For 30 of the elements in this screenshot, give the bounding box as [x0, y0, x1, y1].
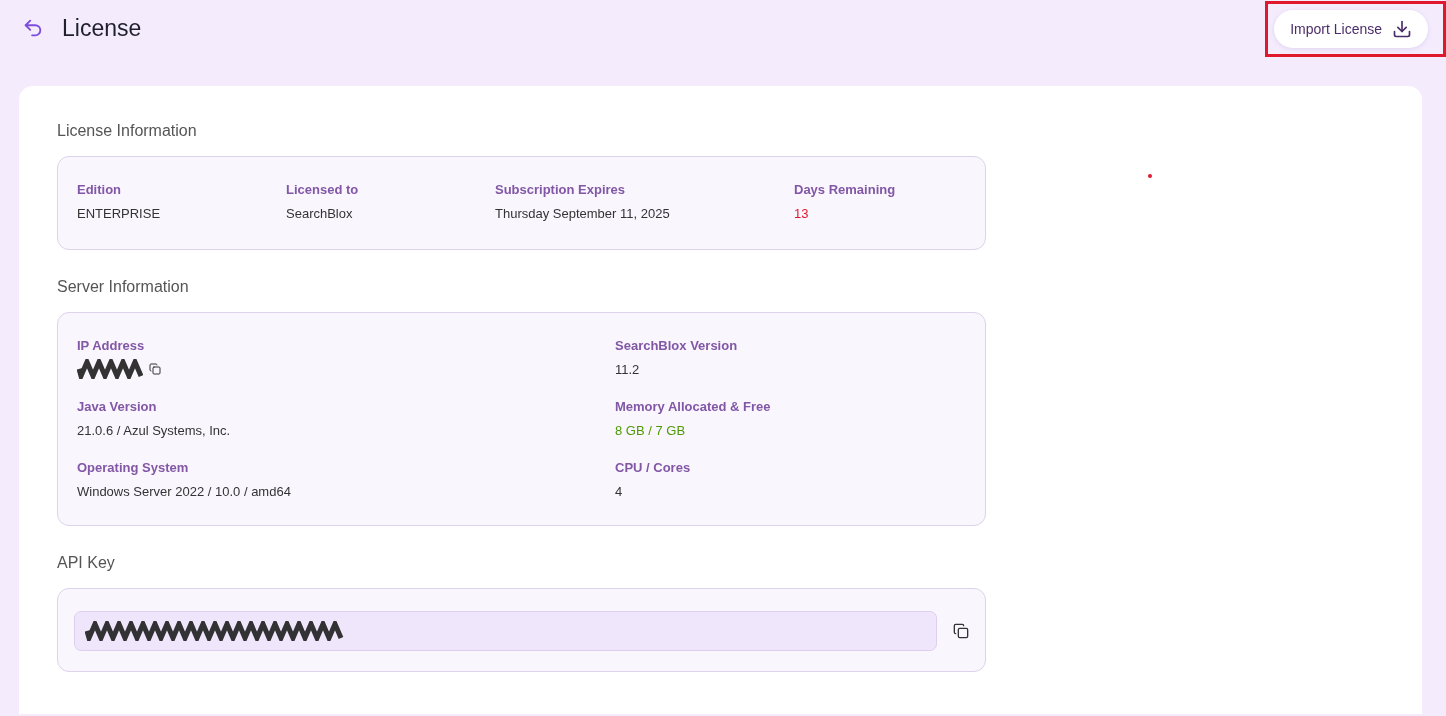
field-label: Days Remaining — [794, 182, 897, 197]
page-title: License — [62, 14, 142, 42]
field-label: Edition — [77, 182, 123, 197]
field-label: Subscription Expires — [495, 182, 627, 197]
section-title: Server Information — [57, 278, 190, 296]
field-label: Java Version — [77, 399, 158, 414]
field-label: Licensed to — [286, 182, 360, 197]
dot-mark — [1148, 174, 1152, 178]
section-title: License Information — [57, 122, 198, 140]
field-label: SearchBlox Version — [615, 338, 739, 353]
field-value: Thursday September 11, 2025 — [495, 205, 670, 221]
back-icon[interactable] — [22, 17, 44, 39]
field-value: Windows Server 2022 / 10.0 / amd64 — [77, 483, 291, 499]
import-license-button[interactable]: Import License — [1274, 10, 1428, 48]
field-label: Memory Allocated & Free — [615, 399, 772, 414]
section-title: API Key — [57, 554, 116, 572]
copy-icon[interactable] — [149, 363, 161, 375]
field-value: 21.0.6 / Azul Systems, Inc. — [77, 422, 231, 438]
field-label: CPU / Cores — [615, 460, 692, 475]
download-icon — [1392, 19, 1412, 39]
field-value: SearchBlox — [286, 205, 353, 221]
api-key-field[interactable] — [74, 611, 937, 651]
copy-icon[interactable] — [953, 623, 969, 639]
field-value: 13 — [794, 205, 809, 221]
field-value: 11.2 — [615, 361, 640, 377]
field-value: ENTERPRISE — [77, 205, 161, 221]
field-value: 8 GB / 7 GB — [615, 422, 686, 438]
field-value: 4 — [615, 483, 623, 499]
field-label: Operating System — [77, 460, 190, 475]
field-label: IP Address — [77, 338, 146, 353]
